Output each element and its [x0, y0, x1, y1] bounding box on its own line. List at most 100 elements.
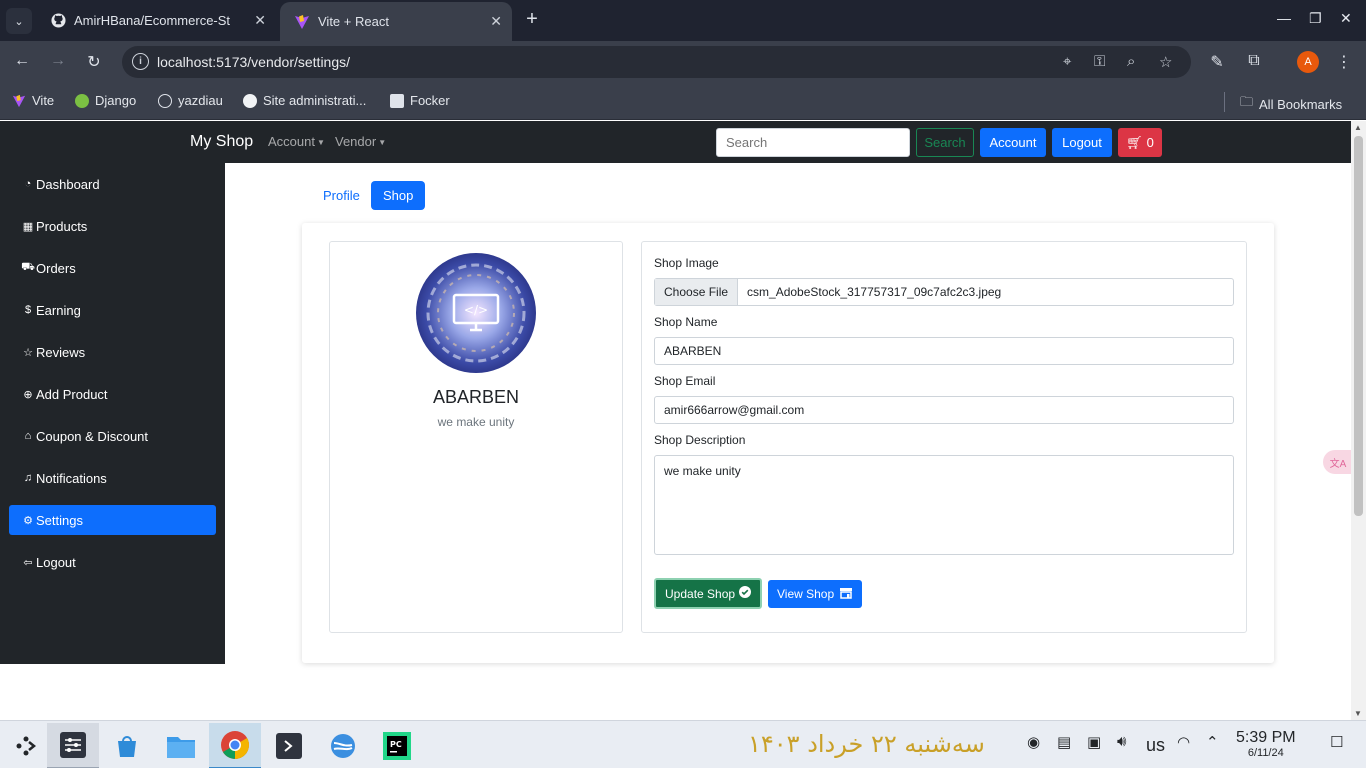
translate-widget-icon[interactable]: 文A [1323, 450, 1351, 474]
search-input[interactable] [716, 128, 910, 157]
close-window-icon[interactable]: ✕ [1340, 10, 1352, 27]
sidebar-item-label: Add Product [36, 386, 108, 402]
update-shop-button[interactable]: Update Shop [654, 578, 763, 609]
address-bar[interactable]: i localhost:5173/vendor/settings/ ⌖ ⚿ ⌕ … [122, 46, 1191, 78]
sidebar-item-label: Reviews [36, 344, 86, 360]
bell-icon: ♫ [23, 472, 33, 484]
zoom-icon[interactable]: ⌕ [1127, 53, 1135, 70]
app-launcher-icon[interactable] [0, 723, 52, 768]
bookmark-focker[interactable]: Focker [390, 93, 450, 108]
chrome-app-icon[interactable] [209, 723, 261, 768]
new-tab-icon[interactable]: + [520, 8, 544, 31]
maximize-icon[interactable]: ❐ [1309, 10, 1322, 27]
bookmark-site-admin[interactable]: Site administrati... [243, 93, 366, 108]
shop-email-input[interactable]: amir666arrow@gmail.com [654, 396, 1234, 424]
browser-tab-vite[interactable]: Vite + React ✕ [280, 2, 512, 41]
sidebar-item-coupon[interactable]: ⌂ Coupon & Discount [9, 421, 216, 451]
sidebar-item-earning[interactable]: $ Earning [9, 295, 216, 325]
location-icon[interactable]: ⌖ [1063, 53, 1071, 70]
edit-icon[interactable]: ✎ [1206, 52, 1228, 72]
bookmark-yazdiau[interactable]: yazdiau [158, 93, 223, 108]
sidebar-item-dashboard[interactable]: ◔ Dashboard [9, 169, 216, 199]
github-icon [50, 13, 66, 29]
file-name-text: csm_AdobeStock_317757317_09c7afc2c3.jpeg [747, 285, 1002, 299]
star-icon: ☆ [23, 346, 33, 359]
dollar-icon: $ [24, 304, 32, 316]
files-app-icon[interactable] [155, 723, 207, 768]
sidebar-item-settings[interactable]: ⚙ Settings [9, 505, 216, 535]
clock-time: 5:39 PM [1236, 729, 1296, 746]
vendor-dropdown[interactable]: Vendor ▼ [335, 134, 386, 149]
tab-shop[interactable]: Shop [371, 181, 426, 210]
minimize-icon[interactable]: — [1277, 10, 1291, 26]
sidebar-item-logout[interactable]: ⇦ Logout [9, 547, 216, 577]
cart-button[interactable]: 🛒︎ 0 [1118, 128, 1162, 157]
shop-name-input[interactable]: ABARBEN [654, 337, 1234, 365]
reload-icon[interactable]: ↻ [83, 52, 105, 72]
site-navbar: My Shop Account▼ Vendor▼ Search Account … [0, 121, 1351, 163]
tab-search-chevron-icon[interactable]: ⌄ [6, 8, 32, 34]
view-shop-button[interactable]: View Shop [768, 580, 863, 608]
scrollbar-thumb[interactable] [1354, 136, 1363, 516]
account-dropdown[interactable]: Account ▼ [268, 134, 325, 149]
back-icon[interactable]: ← [11, 52, 33, 70]
store-icon [839, 587, 853, 602]
store-app-icon[interactable] [101, 723, 153, 768]
key-icon[interactable]: ⚿ [1094, 53, 1105, 70]
extensions-icon[interactable]: ⧉ [1243, 52, 1265, 70]
shop-image-file-input[interactable]: Choose File csm_AdobeStock_317757317_09c… [654, 278, 1234, 306]
url-text: localhost:5173/vendor/settings/ [157, 54, 351, 70]
browser-tab-github[interactable]: AmirHBana/Ecommerce-St ✕ [40, 0, 276, 41]
web-page: My Shop Account▼ Vendor▼ Search Account … [0, 121, 1351, 720]
page-scrollbar[interactable]: ▲ ▼ [1351, 121, 1366, 720]
sidebar-item-add-product[interactable]: ⊕ Add Product [9, 379, 216, 409]
gauge-icon: ◔ [24, 178, 32, 190]
update-icon[interactable]: ◉ [1027, 733, 1040, 751]
search-button[interactable]: Search [916, 128, 974, 157]
show-desktop-icon[interactable]: ☐ [1330, 733, 1343, 751]
folder-icon: 🗀 [1240, 94, 1254, 109]
brand-logo[interactable]: My Shop [190, 133, 253, 151]
bookmark-django[interactable]: Django [75, 93, 136, 108]
clipboard-icon[interactable]: ▤ [1057, 733, 1071, 751]
bookmark-star-icon[interactable]: ☆ [1159, 53, 1172, 71]
network-app-icon[interactable] [317, 723, 369, 768]
browser-menu-icon[interactable]: ⋮ [1333, 52, 1355, 72]
bookmarks-bar: Vite Django yazdiau Site administrati...… [0, 84, 1366, 120]
site-info-icon[interactable]: i [132, 53, 149, 70]
sidebar-item-orders[interactable]: ⛟ Orders [9, 253, 216, 283]
sidebar-item-products[interactable]: ▦ Products [9, 211, 216, 241]
settings-app-icon[interactable] [47, 723, 99, 768]
account-button[interactable]: Account [980, 128, 1046, 157]
bookmark-label: Focker [410, 93, 450, 108]
profile-avatar[interactable]: A [1297, 51, 1319, 73]
tag-icon: ⌂ [24, 430, 32, 442]
tray-expand-icon[interactable]: ⌃ [1206, 733, 1219, 751]
svg-text:PC: PC [390, 740, 402, 749]
choose-file-button[interactable]: Choose File [655, 279, 739, 305]
vault-icon[interactable]: ▣ [1087, 733, 1101, 751]
bookmark-vite[interactable]: Vite [12, 93, 54, 108]
sidebar-item-reviews[interactable]: ☆ Reviews [9, 337, 216, 367]
scroll-down-icon[interactable]: ▼ [1354, 709, 1362, 718]
pycharm-app-icon[interactable]: PC [371, 723, 423, 768]
forward-icon[interactable]: → [47, 52, 69, 70]
all-bookmarks[interactable]: 🗀 All Bookmarks [1240, 93, 1342, 115]
update-shop-label: Update Shop [665, 586, 736, 601]
tab-title: Vite + React [318, 14, 389, 29]
wifi-icon[interactable]: ◠ [1177, 733, 1190, 751]
volume-icon[interactable]: 🔊︎ [1117, 733, 1126, 750]
shop-description-textarea[interactable]: we make unity [654, 455, 1234, 555]
logout-button[interactable]: Logout [1052, 128, 1112, 157]
cart-icon: ⛟ [21, 261, 35, 273]
tab-profile[interactable]: Profile [311, 181, 372, 210]
close-tab-icon[interactable]: ✕ [490, 13, 502, 30]
clock-date: 6/11/24 [1247, 747, 1284, 759]
close-tab-icon[interactable]: ✕ [254, 12, 266, 29]
scroll-up-icon[interactable]: ▲ [1354, 123, 1362, 132]
vendor-sidebar: ◔ Dashboard ▦ Products ⛟ Orders $ Earning ☆ R… [0, 163, 225, 664]
sidebar-item-notifications[interactable]: ♫ Notifications [9, 463, 216, 493]
terminal-app-icon[interactable] [263, 723, 315, 768]
clock[interactable]: 5:39 PM 6/11/24 [1236, 729, 1296, 759]
keyboard-layout[interactable]: us [1146, 735, 1165, 756]
